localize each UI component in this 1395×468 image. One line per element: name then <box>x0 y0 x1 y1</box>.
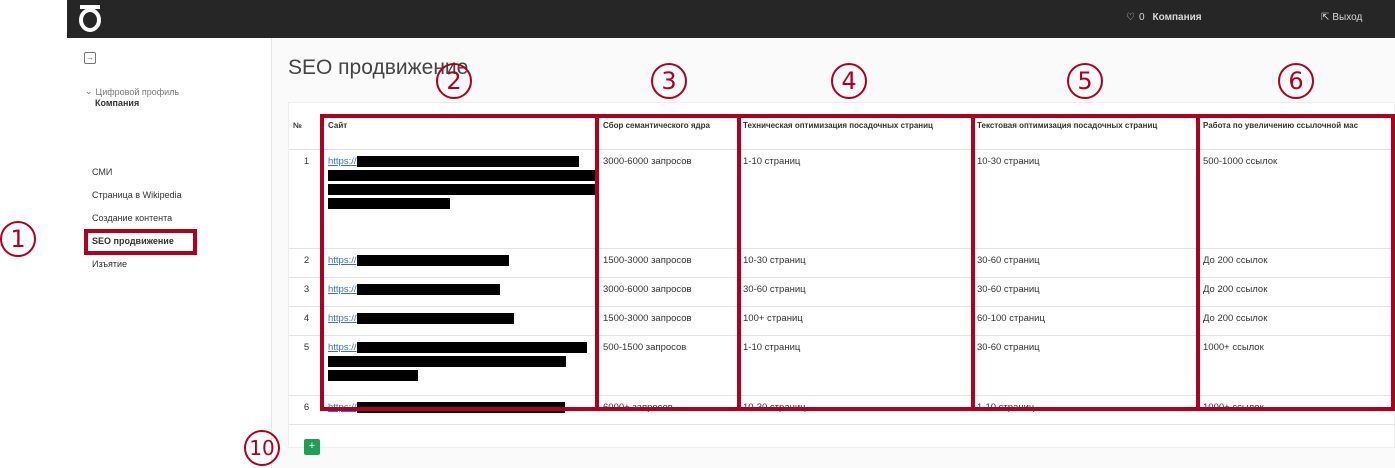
annotation-box-6 <box>1196 114 1395 411</box>
notifications[interactable]: ♡ 0 Компания <box>1126 12 1202 23</box>
annotation-box-5 <box>971 114 1200 411</box>
annotation-marker-1: 1 <box>0 221 36 257</box>
logo-icon[interactable] <box>78 4 102 32</box>
annotation-marker-2: 2 <box>436 63 472 99</box>
annotation-marker-5: 5 <box>1067 63 1103 99</box>
sidebar-nav: СМИ Страница в Wikipedia Создание контен… <box>92 165 182 280</box>
annotation-marker-4: 4 <box>831 63 867 99</box>
digital-profile-toggle[interactable]: ⌄ Цифровой профиль <box>85 86 179 97</box>
annotation-box-2 <box>320 114 599 411</box>
column-header-number: № <box>289 103 324 150</box>
logout-button[interactable]: ⇱ Выход <box>1321 12 1362 23</box>
row-number: 1 <box>289 149 324 249</box>
notification-count: 0 <box>1138 12 1145 23</box>
add-button[interactable]: + <box>304 439 320 455</box>
row-number: 4 <box>289 306 324 336</box>
annotation-marker-3: 3 <box>651 63 687 99</box>
row-number: 5 <box>289 335 324 396</box>
annotation-box-3 <box>595 114 741 411</box>
chevron-down-icon: ⌄ <box>85 86 93 96</box>
row-number: 3 <box>289 277 324 307</box>
row-number: 2 <box>289 248 324 278</box>
logout-label: Выход <box>1332 12 1363 23</box>
annotation-box-1 <box>84 229 197 255</box>
sidebar-item-media[interactable]: СМИ <box>92 165 182 188</box>
annotation-marker-10: 10 <box>244 430 280 466</box>
logout-icon: ⇱ <box>1321 12 1330 23</box>
annotation-box-4 <box>737 114 975 411</box>
sidebar-item-removal[interactable]: Изъятие <box>92 257 182 280</box>
row-number: 6 <box>289 395 324 425</box>
company-name: Компания <box>1152 12 1202 23</box>
collapse-sidebar-icon[interactable]: → <box>84 52 96 64</box>
bell-icon: ♡ <box>1126 12 1135 23</box>
annotation-marker-6: 6 <box>1278 63 1314 99</box>
profile-company: Компания <box>95 98 140 108</box>
top-bar: ♡ 0 Компания ⇱ Выход <box>67 0 1395 38</box>
sidebar-item-wikipedia[interactable]: Страница в Wikipedia <box>92 188 182 211</box>
digital-profile-label: Цифровой профиль <box>95 86 180 97</box>
